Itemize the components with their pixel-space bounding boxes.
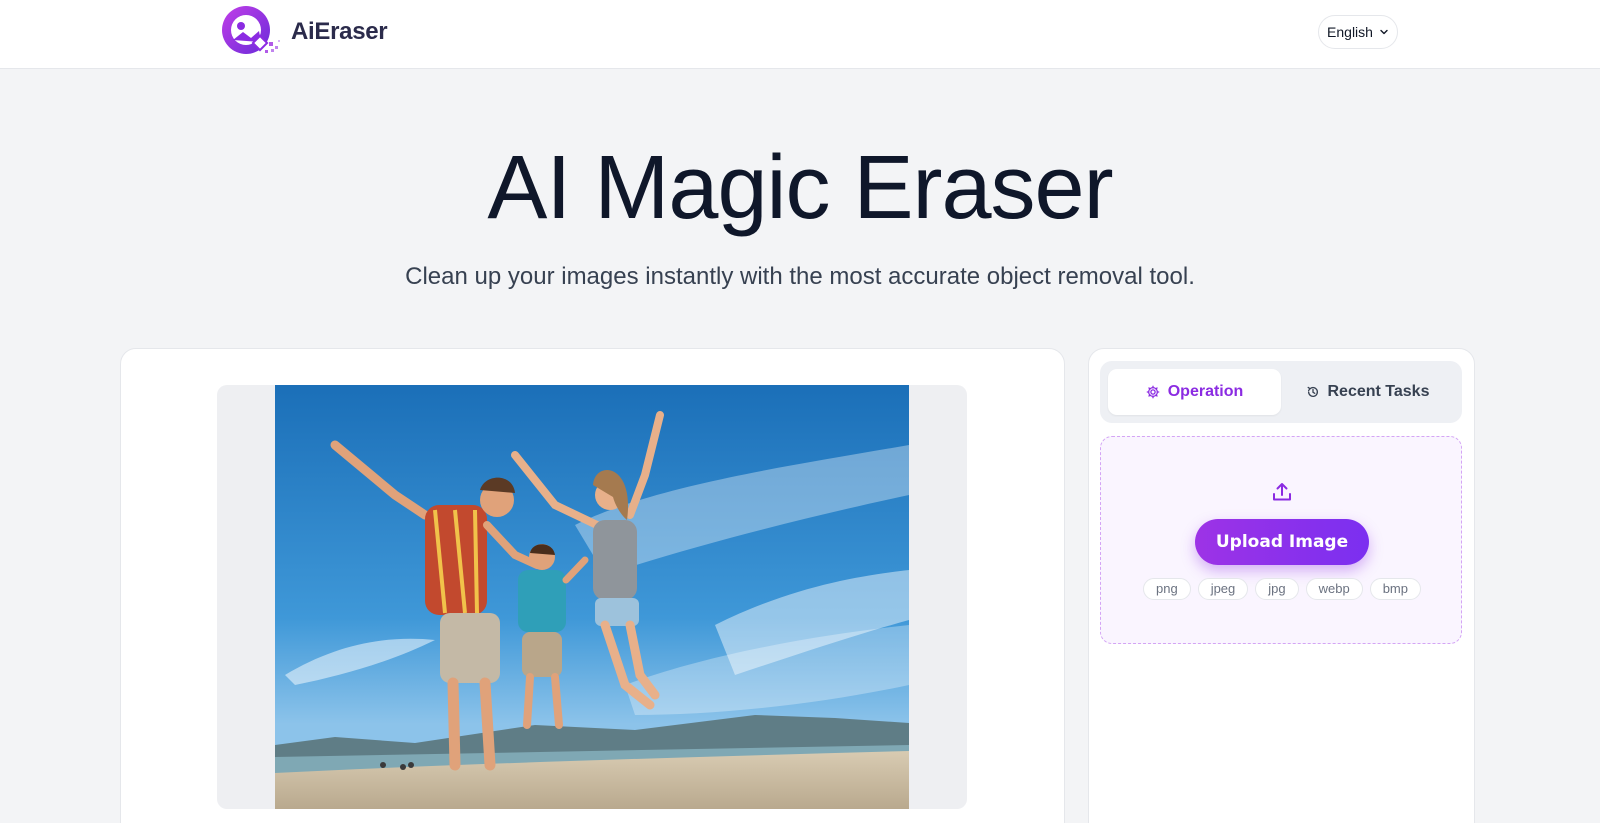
format-badge: png: [1142, 578, 1191, 600]
gear-icon: [1146, 385, 1160, 399]
side-panel: Operation Recent Tasks Upload Image png …: [1088, 348, 1475, 823]
preview-frame: [217, 385, 967, 809]
page-subtitle: Clean up your images instantly with the …: [405, 263, 1195, 290]
preview-card: [120, 348, 1065, 823]
format-badge: bmp: [1369, 578, 1421, 600]
top-header: AiEraser English: [0, 0, 1600, 69]
page-title: AI Magic Eraser: [487, 138, 1113, 238]
upload-dropzone[interactable]: Upload Image png jpeg jpg webp bmp: [1100, 436, 1462, 644]
tab-recent-tasks-label: Recent Tasks: [1327, 383, 1430, 400]
language-label: English: [1327, 24, 1373, 40]
panel-tabs: Operation Recent Tasks: [1100, 361, 1462, 423]
sample-beach-photo[interactable]: [275, 385, 909, 809]
format-badge: jpg: [1255, 578, 1299, 600]
chevron-down-icon: [1380, 29, 1388, 35]
language-select[interactable]: English: [1318, 15, 1398, 49]
tab-operation[interactable]: Operation: [1108, 369, 1281, 415]
tab-recent-tasks[interactable]: Recent Tasks: [1281, 369, 1454, 415]
format-badge: jpeg: [1197, 578, 1249, 600]
history-icon: [1307, 386, 1318, 397]
supported-formats: png jpeg jpg webp bmp: [1101, 578, 1463, 600]
logo[interactable]: AiEraser: [221, 4, 388, 56]
format-badge: webp: [1305, 578, 1363, 600]
tab-operation-label: Operation: [1167, 383, 1244, 400]
logo-text: AiEraser: [291, 18, 388, 45]
logo-icon: [221, 4, 293, 56]
upload-icon: [1273, 483, 1291, 501]
upload-image-button[interactable]: Upload Image: [1195, 519, 1369, 565]
